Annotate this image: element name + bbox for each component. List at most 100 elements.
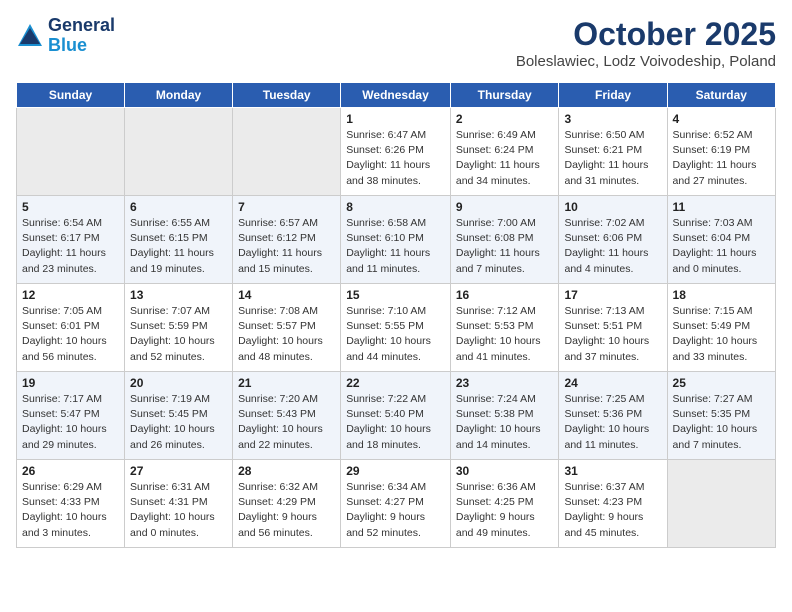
day-number: 30 xyxy=(456,464,554,478)
day-number: 19 xyxy=(22,376,119,390)
day-number: 13 xyxy=(130,288,227,302)
day-info: Sunrise: 6:54 AM Sunset: 6:17 PM Dayligh… xyxy=(22,216,119,277)
day-info: Sunrise: 6:50 AM Sunset: 6:21 PM Dayligh… xyxy=(564,128,661,189)
day-number: 31 xyxy=(564,464,661,478)
day-info: Sunrise: 7:27 AM Sunset: 5:35 PM Dayligh… xyxy=(673,392,770,453)
location: Boleslawiec, Lodz Voivodeship, Poland xyxy=(516,53,776,70)
day-number: 28 xyxy=(238,464,335,478)
logo: General Blue xyxy=(16,16,115,56)
day-number: 12 xyxy=(22,288,119,302)
calendar-cell: 6Sunrise: 6:55 AM Sunset: 6:15 PM Daylig… xyxy=(125,196,233,284)
day-number: 5 xyxy=(22,200,119,214)
day-info: Sunrise: 6:29 AM Sunset: 4:33 PM Dayligh… xyxy=(22,480,119,541)
calendar-cell: 9 Sunrise: 7:00 AM Sunset: 6:08 PM Daylig… xyxy=(450,196,559,284)
day-info: Sunrise: 7:00 AM Sunset: 6:08 PM Dayligh… xyxy=(456,216,554,277)
calendar-cell: 26 Sunrise: 6:29 AM Sunset: 4:33 PM Dayli… xyxy=(17,460,125,548)
logo-text: General Blue xyxy=(48,16,115,56)
week-row-2: 5 Sunrise: 6:54 AM Sunset: 6:17 PM Daylig… xyxy=(17,196,776,284)
weekday-header-tuesday: Tuesday xyxy=(233,83,341,108)
week-row-5: 26 Sunrise: 6:29 AM Sunset: 4:33 PM Dayli… xyxy=(17,460,776,548)
day-number: 6 xyxy=(130,200,227,214)
calendar-cell: 2 Sunrise: 6:49 AM Sunset: 6:24 PM Daylig… xyxy=(450,108,559,196)
day-info: Sunrise: 6:37 AM Sunset: 4:23 PM Dayligh… xyxy=(564,480,661,541)
calendar-cell: 20 Sunrise: 7:19 AM Sunset: 5:45 PM Dayli… xyxy=(125,372,233,460)
calendar-cell: 8Sunrise: 6:58 AM Sunset: 6:10 PM Daylig… xyxy=(341,196,451,284)
calendar-cell: 10Sunrise: 7:02 AM Sunset: 6:06 PM Dayli… xyxy=(559,196,667,284)
calendar-cell xyxy=(667,460,775,548)
calendar-cell: 5 Sunrise: 6:54 AM Sunset: 6:17 PM Daylig… xyxy=(17,196,125,284)
weekday-header-row: SundayMondayTuesdayWednesdayThursdayFrid… xyxy=(17,83,776,108)
day-number: 15 xyxy=(346,288,445,302)
calendar-cell: 22 Sunrise: 7:22 AM Sunset: 5:40 PM Dayli… xyxy=(341,372,451,460)
day-number: 27 xyxy=(130,464,227,478)
day-info: Sunrise: 7:22 AM Sunset: 5:40 PM Dayligh… xyxy=(346,392,445,453)
day-info: Sunrise: 6:31 AM Sunset: 4:31 PM Dayligh… xyxy=(130,480,227,541)
day-info: Sunrise: 7:17 AM Sunset: 5:47 PM Dayligh… xyxy=(22,392,119,453)
day-info: Sunrise: 6:49 AM Sunset: 6:24 PM Dayligh… xyxy=(456,128,554,189)
day-info: Sunrise: 7:12 AM Sunset: 5:53 PM Dayligh… xyxy=(456,304,554,365)
calendar-table: SundayMondayTuesdayWednesdayThursdayFrid… xyxy=(16,82,776,548)
calendar-cell: 28 Sunrise: 6:32 AM Sunset: 4:29 PM Dayli… xyxy=(233,460,341,548)
calendar-cell: 27 Sunrise: 6:31 AM Sunset: 4:31 PM Dayli… xyxy=(125,460,233,548)
day-number: 22 xyxy=(346,376,445,390)
day-number: 20 xyxy=(130,376,227,390)
day-number: 1 xyxy=(346,112,445,126)
day-number: 26 xyxy=(22,464,119,478)
day-info: Sunrise: 7:03 AM Sunset: 6:04 PM Dayligh… xyxy=(673,216,770,277)
day-number: 14 xyxy=(238,288,335,302)
day-number: 3 xyxy=(564,112,661,126)
calendar-cell: 16Sunrise: 7:12 AM Sunset: 5:53 PM Dayli… xyxy=(450,284,559,372)
calendar-cell: 24Sunrise: 7:25 AM Sunset: 5:36 PM Dayli… xyxy=(559,372,667,460)
day-info: Sunrise: 7:08 AM Sunset: 5:57 PM Dayligh… xyxy=(238,304,335,365)
day-info: Sunrise: 6:32 AM Sunset: 4:29 PM Dayligh… xyxy=(238,480,335,541)
day-number: 18 xyxy=(673,288,770,302)
calendar-cell: 3 Sunrise: 6:50 AM Sunset: 6:21 PM Daylig… xyxy=(559,108,667,196)
day-number: 8 xyxy=(346,200,445,214)
week-row-3: 12 Sunrise: 7:05 AM Sunset: 6:01 PM Dayli… xyxy=(17,284,776,372)
weekday-header-friday: Friday xyxy=(559,83,667,108)
calendar-cell: 21 Sunrise: 7:20 AM Sunset: 5:43 PM Dayli… xyxy=(233,372,341,460)
day-number: 23 xyxy=(456,376,554,390)
day-number: 2 xyxy=(456,112,554,126)
calendar-cell: 23 Sunrise: 7:24 AM Sunset: 5:38 PM Dayli… xyxy=(450,372,559,460)
calendar-cell: 12 Sunrise: 7:05 AM Sunset: 6:01 PM Dayli… xyxy=(17,284,125,372)
day-info: Sunrise: 7:10 AM Sunset: 5:55 PM Dayligh… xyxy=(346,304,445,365)
day-info: Sunrise: 7:13 AM Sunset: 5:51 PM Dayligh… xyxy=(564,304,661,365)
calendar-cell: 4Sunrise: 6:52 AM Sunset: 6:19 PM Daylig… xyxy=(667,108,775,196)
calendar-cell: 31 Sunrise: 6:37 AM Sunset: 4:23 PM Dayli… xyxy=(559,460,667,548)
page-header: General Blue October 2025 Boleslawiec, L… xyxy=(16,16,776,70)
weekday-header-sunday: Sunday xyxy=(17,83,125,108)
day-number: 9 xyxy=(456,200,554,214)
week-row-4: 19 Sunrise: 7:17 AM Sunset: 5:47 PM Dayli… xyxy=(17,372,776,460)
calendar-cell xyxy=(125,108,233,196)
calendar-cell: 17 Sunrise: 7:13 AM Sunset: 5:51 PM Dayli… xyxy=(559,284,667,372)
day-number: 7 xyxy=(238,200,335,214)
day-number: 21 xyxy=(238,376,335,390)
day-info: Sunrise: 7:15 AM Sunset: 5:49 PM Dayligh… xyxy=(673,304,770,365)
day-info: Sunrise: 7:05 AM Sunset: 6:01 PM Dayligh… xyxy=(22,304,119,365)
day-number: 17 xyxy=(564,288,661,302)
calendar-cell: 19 Sunrise: 7:17 AM Sunset: 5:47 PM Dayli… xyxy=(17,372,125,460)
day-info: Sunrise: 7:20 AM Sunset: 5:43 PM Dayligh… xyxy=(238,392,335,453)
day-info: Sunrise: 7:02 AM Sunset: 6:06 PM Dayligh… xyxy=(564,216,661,277)
day-info: Sunrise: 7:25 AM Sunset: 5:36 PM Dayligh… xyxy=(564,392,661,453)
weekday-header-saturday: Saturday xyxy=(667,83,775,108)
calendar-cell: 29Sunrise: 6:34 AM Sunset: 4:27 PM Dayli… xyxy=(341,460,451,548)
calendar-cell: 15 Sunrise: 7:10 AM Sunset: 5:55 PM Dayli… xyxy=(341,284,451,372)
day-info: Sunrise: 7:07 AM Sunset: 5:59 PM Dayligh… xyxy=(130,304,227,365)
logo-icon xyxy=(16,22,44,50)
calendar-cell: 14 Sunrise: 7:08 AM Sunset: 5:57 PM Dayli… xyxy=(233,284,341,372)
weekday-header-wednesday: Wednesday xyxy=(341,83,451,108)
weekday-header-thursday: Thursday xyxy=(450,83,559,108)
day-info: Sunrise: 6:34 AM Sunset: 4:27 PM Dayligh… xyxy=(346,480,445,541)
calendar-cell: 18 Sunrise: 7:15 AM Sunset: 5:49 PM Dayli… xyxy=(667,284,775,372)
day-info: Sunrise: 7:24 AM Sunset: 5:38 PM Dayligh… xyxy=(456,392,554,453)
day-info: Sunrise: 7:19 AM Sunset: 5:45 PM Dayligh… xyxy=(130,392,227,453)
calendar-cell: 11Sunrise: 7:03 AM Sunset: 6:04 PM Dayli… xyxy=(667,196,775,284)
calendar-body: 1 Sunrise: 6:47 AM Sunset: 6:26 PM Daylig… xyxy=(17,108,776,548)
calendar-cell: 7Sunrise: 6:57 AM Sunset: 6:12 PM Daylig… xyxy=(233,196,341,284)
calendar-cell xyxy=(233,108,341,196)
calendar-cell xyxy=(17,108,125,196)
week-row-1: 1 Sunrise: 6:47 AM Sunset: 6:26 PM Daylig… xyxy=(17,108,776,196)
day-info: Sunrise: 6:47 AM Sunset: 6:26 PM Dayligh… xyxy=(346,128,445,189)
